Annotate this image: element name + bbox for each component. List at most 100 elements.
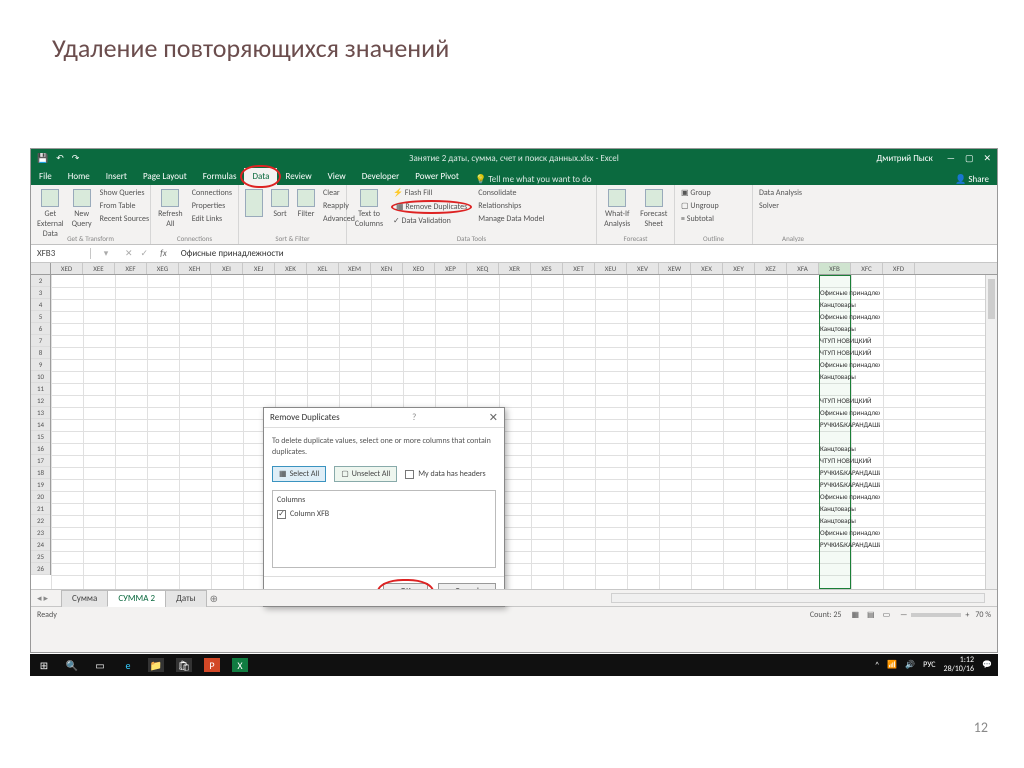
column-header[interactable]: XEQ [467, 263, 499, 274]
connections-button[interactable]: Connections [190, 187, 234, 199]
cell[interactable]: Офисные принадлежности [820, 491, 880, 503]
row-header[interactable]: 13 [31, 407, 50, 419]
column-header[interactable]: XEG [147, 263, 179, 274]
column-header[interactable]: XEZ [755, 263, 787, 274]
cell[interactable]: РУЧКИ&КАРАНДАШИ [820, 479, 880, 491]
column-header[interactable]: XEI [211, 263, 243, 274]
dialog-close-icon[interactable]: ✕ [489, 411, 498, 424]
redo-icon[interactable]: ↷ [72, 153, 80, 164]
unselect-all-button[interactable]: ▢ Unselect All [334, 466, 397, 482]
zoom-level[interactable]: 70 % [975, 610, 991, 620]
search-icon[interactable]: 🔍 [64, 657, 80, 673]
page-layout-view-icon[interactable]: ▤ [867, 610, 875, 620]
row-header[interactable]: 19 [31, 479, 50, 491]
column-item[interactable]: ✓Column XFB [277, 509, 491, 519]
row-header[interactable]: 8 [31, 347, 50, 359]
ungroup-button[interactable]: ▢ Ungroup [679, 200, 721, 212]
column-header[interactable]: XEM [339, 263, 371, 274]
tab-file[interactable]: File [31, 168, 60, 185]
row-header[interactable]: 14 [31, 419, 50, 431]
cell[interactable]: РУЧКИ&КАРАНДАШИ [820, 419, 880, 431]
row-header[interactable]: 2 [31, 275, 50, 287]
undo-icon[interactable]: ↶ [56, 153, 64, 164]
text-to-columns-button[interactable]: Text to Columns [351, 187, 387, 231]
data-validation-button[interactable]: ✓ Data Validation [391, 215, 472, 227]
select-all-button[interactable]: ▦ Select All [272, 466, 326, 482]
store-icon[interactable]: 🛍 [176, 658, 192, 672]
row-header[interactable]: 16 [31, 443, 50, 455]
save-icon[interactable]: 💾 [37, 153, 48, 164]
cell[interactable]: Офисные принадлежности [820, 359, 880, 371]
edit-links-button[interactable]: Edit Links [190, 213, 234, 225]
cell[interactable]: ЧТУП НОВИЦКИЙ [820, 395, 880, 407]
row-header[interactable]: 15 [31, 431, 50, 443]
tab-power-pivot[interactable]: Power Pivot [407, 168, 467, 185]
excel-icon[interactable]: X [232, 658, 248, 672]
column-header[interactable]: XEL [307, 263, 339, 274]
row-header[interactable]: 25 [31, 551, 50, 563]
zoom-out-button[interactable]: — [900, 610, 907, 620]
column-header[interactable]: XEW [659, 263, 691, 274]
row-header[interactable]: 22 [31, 515, 50, 527]
cell[interactable]: РУЧКИ&КАРАНДАШИ [820, 539, 880, 551]
row-header[interactable]: 12 [31, 395, 50, 407]
row-header[interactable]: 4 [31, 299, 50, 311]
cell[interactable]: Офисные принадлежности [820, 311, 880, 323]
tab-home[interactable]: Home [60, 168, 98, 185]
vertical-scrollbar[interactable] [985, 275, 997, 589]
column-header[interactable]: XFC [851, 263, 883, 274]
subtotal-button[interactable]: ≡ Subtotal [679, 213, 721, 225]
row-header[interactable]: 18 [31, 467, 50, 479]
share-button[interactable]: 👤 Share [955, 174, 997, 185]
show-queries-button[interactable]: Show Queries [98, 187, 151, 199]
language-indicator[interactable]: РУС [923, 660, 935, 670]
column-header[interactable]: XEY [723, 263, 755, 274]
help-icon[interactable]: ? [406, 412, 422, 423]
tab-developer[interactable]: Developer [354, 168, 408, 185]
filter-button[interactable]: Filter [295, 187, 317, 221]
new-query-button[interactable]: New Query [70, 187, 94, 231]
column-header[interactable]: XEH [179, 263, 211, 274]
from-table-button[interactable]: From Table [98, 200, 151, 212]
notifications-icon[interactable]: 💬 [982, 660, 992, 670]
cell[interactable]: Офисные принадлежности [820, 407, 880, 419]
manage-data-model-button[interactable]: Manage Data Model [476, 213, 546, 225]
cell[interactable]: Офисные принадлежности [820, 287, 880, 299]
worksheet-grid[interactable]: XEDXEEXEFXEGXEHXEIXEJXEKXELXEMXENXEOXEPX… [31, 263, 997, 589]
fx-icon[interactable]: fx [152, 248, 175, 259]
zoom-in-button[interactable]: + [965, 610, 969, 620]
column-header[interactable]: XEJ [243, 263, 275, 274]
name-box[interactable]: XFB3 [31, 248, 91, 259]
column-header[interactable]: XEX [691, 263, 723, 274]
column-header[interactable]: XEN [371, 263, 403, 274]
column-header[interactable]: XET [563, 263, 595, 274]
edge-icon[interactable]: e [120, 657, 136, 673]
row-header[interactable]: 24 [31, 539, 50, 551]
cell[interactable]: Офисные принадлежности [820, 527, 880, 539]
cell[interactable]: РУЧКИ&КАРАНДАШИ [820, 467, 880, 479]
recent-sources-button[interactable]: Recent Sources [98, 213, 151, 225]
column-header[interactable]: XES [531, 263, 563, 274]
formula-input[interactable]: Офисные принадлежности [175, 248, 284, 259]
column-header[interactable]: XEO [403, 263, 435, 274]
task-view-icon[interactable]: ▭ [92, 657, 108, 673]
add-sheet-button[interactable]: ⊕ [210, 592, 218, 605]
row-header[interactable]: 10 [31, 371, 50, 383]
column-header[interactable]: XER [499, 263, 531, 274]
network-icon[interactable]: 📶 [887, 660, 897, 670]
horizontal-scrollbar[interactable] [611, 593, 985, 603]
normal-view-icon[interactable]: ▦ [851, 610, 859, 620]
tell-me[interactable]: 💡 Tell me what you want to do [475, 174, 592, 185]
row-header[interactable]: 7 [31, 335, 50, 347]
forecast-sheet-button[interactable]: Forecast Sheet [638, 187, 671, 231]
sheet-tab[interactable]: Даты [165, 590, 207, 607]
tab-formulas[interactable]: Formulas [195, 168, 245, 185]
column-header[interactable]: XEE [83, 263, 115, 274]
row-header[interactable]: 6 [31, 323, 50, 335]
zoom-slider[interactable] [911, 613, 961, 617]
properties-button[interactable]: Properties [190, 200, 234, 212]
cell[interactable]: Канцтовары [820, 323, 880, 335]
cell[interactable]: Канцтовары [820, 515, 880, 527]
row-header[interactable]: 23 [31, 527, 50, 539]
solver-button[interactable]: Solver [757, 200, 804, 212]
